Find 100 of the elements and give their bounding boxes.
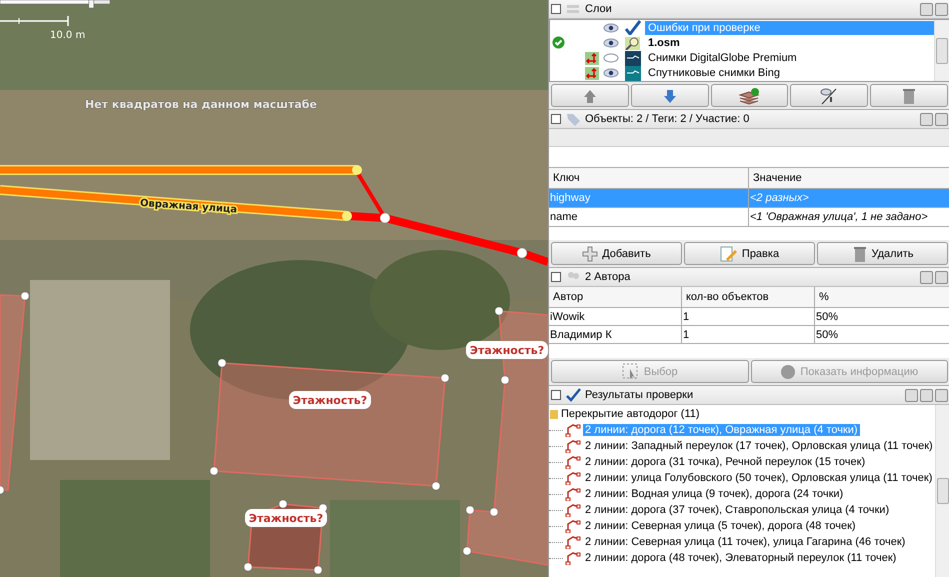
layer-item[interactable]: Снимки DigitalGlobe Premium (645, 51, 934, 66)
building-node[interactable] (432, 482, 440, 490)
visibility-eye-icon[interactable] (603, 22, 619, 33)
building-node[interactable] (244, 562, 252, 572)
edit-button[interactable]: Правка (684, 242, 815, 265)
building-node[interactable] (490, 508, 498, 516)
zoom-slider[interactable] (0, 0, 110, 8)
tree-group[interactable]: Перекрытие автодорог (11) (561, 408, 700, 420)
down-arrow-icon (662, 88, 678, 104)
pin-icon[interactable] (920, 112, 933, 126)
layers-icon (565, 2, 581, 16)
tree-item[interactable]: 2 линии: Северная улица (5 точек), дорога (48 точек) (583, 520, 858, 532)
building-node[interactable] (462, 546, 472, 556)
imagery-icon (624, 50, 642, 66)
road-node[interactable] (516, 248, 528, 258)
table-cell: 1 (682, 308, 815, 325)
column-header[interactable]: кол-во объектов (682, 287, 815, 307)
offset-arrows-icon (585, 66, 599, 80)
tag-key: highway (549, 189, 749, 207)
panel-title: 2 Автора (585, 271, 632, 283)
way-icon (565, 487, 581, 501)
trash-icon (852, 244, 868, 262)
way-icon (565, 551, 581, 565)
column-header[interactable]: Автор (549, 287, 682, 307)
info-circle-icon (780, 364, 796, 380)
tag-icon (565, 112, 581, 126)
toggle-visibility-button[interactable] (790, 84, 868, 107)
road-node[interactable] (352, 165, 362, 175)
visibility-eye-icon[interactable] (603, 68, 619, 78)
building-label: Этажность? (245, 509, 327, 527)
building-node[interactable] (314, 566, 322, 574)
collapse-icon[interactable] (551, 272, 561, 282)
layer-item[interactable]: 1.osm (645, 36, 934, 50)
scrollbar[interactable] (934, 20, 949, 81)
building-node[interactable] (218, 358, 226, 368)
collapse-icon[interactable] (551, 114, 561, 124)
building-node[interactable] (466, 506, 474, 514)
panel-title: Слои (585, 3, 613, 15)
move-down-button[interactable] (630, 84, 709, 107)
building-node[interactable] (494, 306, 504, 316)
stacked-layers-icon (738, 86, 760, 104)
close-icon[interactable] (935, 112, 948, 126)
building-node[interactable] (278, 500, 288, 508)
collapse-icon[interactable] (551, 390, 561, 400)
column-header[interactable]: Значение (749, 168, 949, 188)
panel-title: Результаты проверки (585, 389, 694, 401)
table-cell: iWowik (549, 308, 682, 325)
way-icon (565, 455, 581, 469)
options-icon[interactable] (905, 388, 918, 402)
delete-button[interactable]: Удалить (817, 242, 948, 265)
tree-item[interactable]: 2 линии: Водная улица (9 точек), дорога (24 точки) (583, 488, 846, 500)
way-icon (565, 423, 581, 437)
panel-title: Объекты: 2 / Теги: 2 / Участие: 0 (585, 113, 750, 125)
road-node[interactable] (380, 212, 390, 224)
way-icon (565, 439, 581, 453)
move-up-button[interactable] (551, 84, 629, 107)
column-header[interactable]: % (815, 287, 949, 307)
tree-item[interactable]: 2 линии: Северная улица (11 точек), улица Гагарина (46 точек) (583, 536, 908, 548)
building-node[interactable] (440, 374, 450, 382)
table-cell: 50% (815, 308, 949, 325)
building-node[interactable] (210, 466, 218, 476)
tag-value: <2 разных> (749, 189, 949, 207)
tag-key: name (549, 208, 749, 226)
delete-layer-button[interactable] (870, 84, 948, 107)
collapse-icon[interactable] (551, 4, 561, 14)
tree-item[interactable]: 2 линии: дорога (31 точка), Речной переулок (15 точек) (583, 456, 868, 468)
merge-layers-button[interactable] (710, 84, 788, 107)
pin-icon[interactable] (920, 2, 933, 16)
way-icon (565, 519, 581, 533)
map-magnifier-icon (624, 35, 642, 50)
tree-item[interactable]: 2 линии: дорога (48 точек), Элеваторный переулок (11 точек) (583, 552, 898, 564)
table-cell: 1 (682, 326, 815, 343)
close-icon[interactable] (935, 388, 948, 402)
pin-icon[interactable] (920, 388, 933, 402)
plus-icon (582, 246, 598, 262)
check-mark-icon (565, 388, 581, 402)
scrollbar[interactable] (935, 405, 949, 577)
close-icon[interactable] (935, 270, 948, 284)
up-arrow-icon (582, 88, 598, 104)
layer-item[interactable]: Спутниковые снимки Bing (645, 66, 934, 80)
building-label: Этажность? (466, 341, 548, 359)
road-node[interactable] (342, 211, 352, 221)
tree-item[interactable]: 2 линии: дорога (37 точек), Ставропольская улица (4 точки) (583, 504, 892, 516)
notepad-pencil-icon (720, 246, 738, 262)
offset-arrows-icon (585, 52, 599, 65)
column-header[interactable]: Ключ (549, 168, 749, 188)
tag-row[interactable]: name <1 'Овражная улица', 1 не задано> (549, 208, 949, 227)
tree-item[interactable]: 2 линии: улица Голубовского (50 точек), Орловская улица (11 точек) (583, 472, 934, 484)
building-node[interactable] (20, 292, 30, 300)
way-icon (565, 471, 581, 485)
building-node[interactable] (500, 376, 510, 384)
way-icon (565, 503, 581, 517)
add-button[interactable]: Добавить (551, 242, 682, 265)
building-node[interactable] (0, 486, 4, 494)
visibility-eye-icon[interactable] (603, 38, 619, 48)
trash-icon (901, 86, 918, 104)
pin-icon[interactable] (920, 270, 933, 284)
close-icon[interactable] (935, 2, 948, 16)
table-cell: 50% (815, 326, 949, 343)
tree-item[interactable]: 2 линии: Западный переулок (17 точек), Орловская улица (11 точек) (583, 440, 935, 452)
